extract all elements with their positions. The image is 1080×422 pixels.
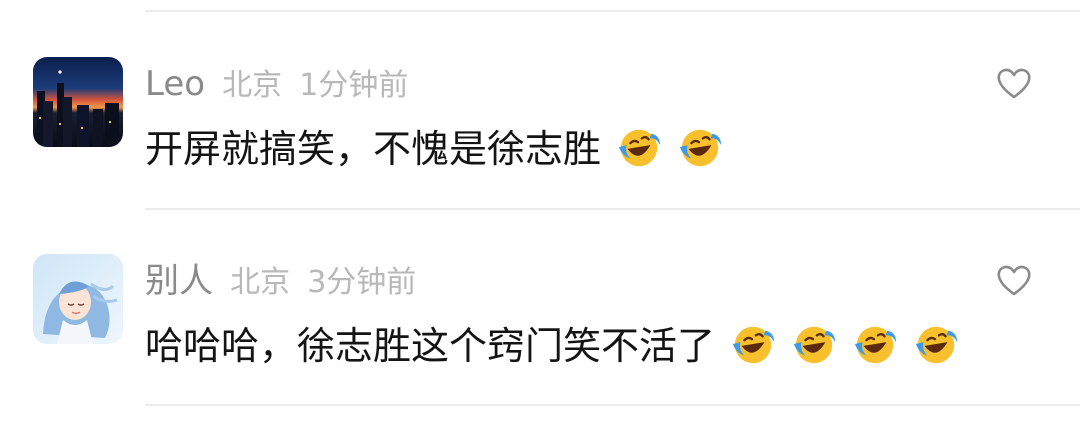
location: 北京	[230, 265, 291, 300]
avatar-city-sunset-image	[33, 57, 123, 147]
comment-body: 哈哈哈，徐志胜这个窍门笑不活了	[145, 324, 716, 368]
avatar[interactable]	[33, 254, 123, 344]
emoji-group	[601, 127, 723, 171]
laughing-tears-emoji-icon	[794, 326, 836, 364]
comment-text: 开屏就搞笑，不愧是徐志胜	[145, 124, 723, 170]
divider-middle	[145, 208, 1080, 210]
comment-item: Leo 北京 1分钟前 开屏就搞笑，不愧是徐志胜	[0, 40, 1080, 190]
avatar[interactable]	[33, 57, 123, 147]
laughing-tears-emoji-icon	[680, 129, 722, 167]
laughing-tears-emoji-icon	[618, 129, 661, 167]
username[interactable]: Leo	[145, 64, 205, 104]
emoji-group	[715, 324, 959, 368]
location: 北京	[222, 68, 283, 103]
avatar-anime-girl-image	[33, 254, 123, 344]
divider-bottom	[145, 404, 1080, 406]
comment-body: 开屏就搞笑，不愧是徐志胜	[145, 127, 602, 171]
timestamp: 3分钟前	[307, 265, 417, 300]
comment-meta: 别人 北京 3分钟前	[145, 264, 416, 298]
comment-meta: Leo 北京 1分钟前	[145, 67, 408, 101]
divider-top	[145, 10, 1080, 12]
heart-icon[interactable]	[996, 263, 1032, 297]
laughing-tears-emoji-icon	[916, 326, 958, 364]
comment-item: 别人 北京 3分钟前 哈哈哈，徐志胜这个窍门笑不活了	[0, 237, 1080, 387]
comment-text: 哈哈哈，徐志胜这个窍门笑不活了	[145, 321, 959, 367]
heart-icon[interactable]	[996, 66, 1032, 100]
username[interactable]: 别人	[145, 261, 213, 301]
laughing-tears-emoji-icon	[855, 326, 897, 364]
timestamp: 1分钟前	[299, 68, 409, 103]
laughing-tears-emoji-icon	[732, 326, 775, 364]
